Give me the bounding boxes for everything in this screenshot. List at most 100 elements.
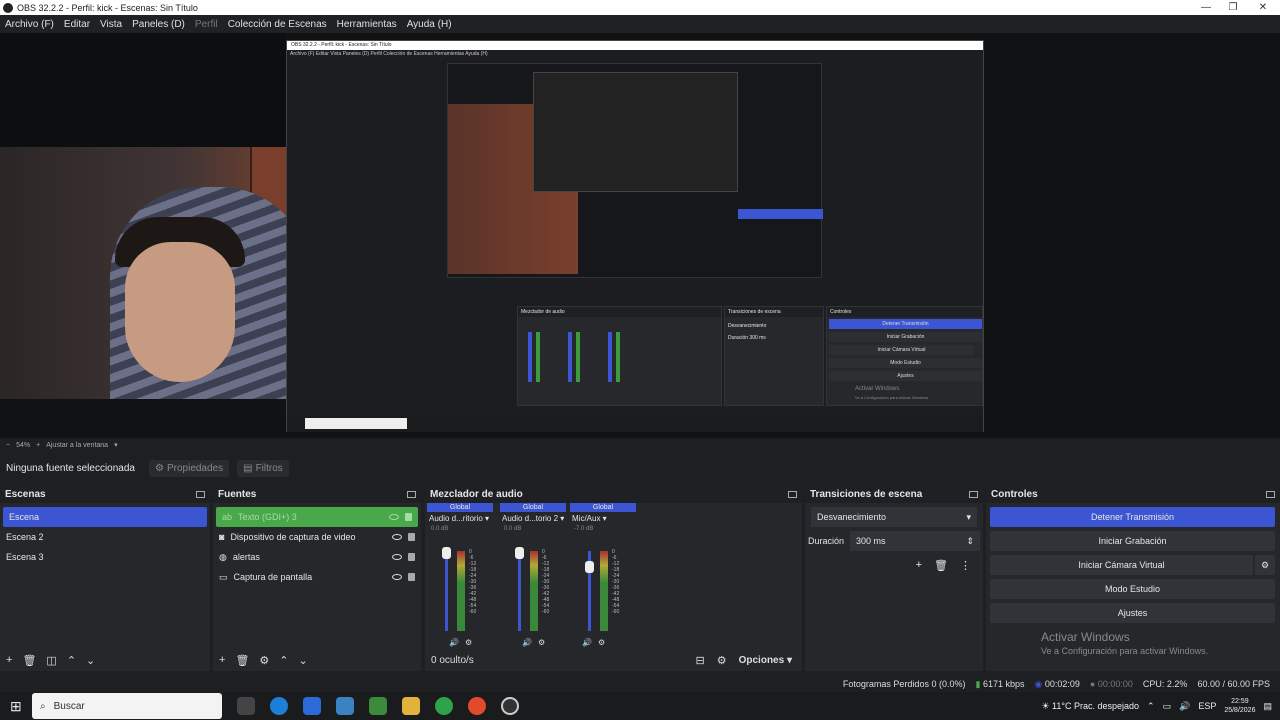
add-icon[interactable]: +	[6, 654, 12, 666]
down-icon[interactable]: ⌄	[299, 654, 308, 667]
volume-slider[interactable]	[515, 547, 524, 559]
source-item[interactable]: ◙ Dispositivo de captura de video	[213, 527, 421, 547]
close-button[interactable]: ✕	[1248, 0, 1278, 15]
settings-icon[interactable]: ⚙	[465, 638, 472, 647]
mail-icon[interactable]	[336, 697, 354, 715]
start-recording-button[interactable]: Iniciar Grabación	[990, 531, 1275, 551]
zoom-fit-label[interactable]: Ajustar a la ventana	[46, 442, 108, 449]
more-icon[interactable]: ⋮	[960, 559, 971, 572]
source-item[interactable]: ▭ Captura de pantalla	[213, 567, 421, 587]
properties-button[interactable]: ⚙ Propiedades	[149, 459, 230, 477]
stop-stream-button[interactable]: Detener Transmisión	[990, 507, 1275, 527]
volume-meter	[457, 551, 465, 631]
language[interactable]: ESP	[1198, 701, 1216, 711]
settings-icon[interactable]: ⚙	[538, 638, 545, 647]
nested-title: OBS 32.2.2 - Perfil: kick - Escenas: Sin…	[287, 41, 983, 50]
menu-profile[interactable]: Perfil	[190, 19, 223, 30]
cpu-usage: CPU: 2.2%	[1142, 679, 1188, 689]
options-button[interactable]: Opciones ▾	[739, 655, 792, 666]
notifications-icon[interactable]: ▤	[1263, 701, 1272, 712]
chrome-2-icon[interactable]	[468, 697, 486, 715]
transition-select[interactable]: Desvanecimiento ▾	[811, 507, 977, 527]
scene-item[interactable]: Escena 3	[0, 547, 210, 567]
filters-button[interactable]: ▤ Filtros	[237, 459, 289, 477]
windows-start-icon[interactable]: ⊞	[10, 698, 22, 715]
scene-item[interactable]: Escena 2	[0, 527, 210, 547]
volume-slider[interactable]	[585, 561, 594, 573]
popout-icon[interactable]	[196, 490, 205, 498]
store-icon[interactable]	[303, 697, 321, 715]
duration-input[interactable]: 300 ms ⇕	[850, 531, 980, 551]
chevron-down-icon[interactable]: ▾	[114, 441, 118, 449]
zoom-in-button[interactable]: +	[36, 442, 40, 449]
menu-file[interactable]: Archivo (F)	[0, 19, 59, 30]
source-item[interactable]: ◍ alertas	[213, 547, 421, 567]
taskbar-search[interactable]: ⌕ Buscar	[32, 693, 222, 719]
edge-icon[interactable]	[270, 697, 288, 715]
lock-icon[interactable]	[408, 573, 415, 581]
chevron-down-icon: ▾	[966, 511, 971, 522]
eye-icon[interactable]	[389, 514, 399, 520]
minimize-button[interactable]: —	[1191, 0, 1221, 15]
zoom-out-button[interactable]: −	[6, 442, 10, 449]
scene-item[interactable]: Escena	[3, 507, 207, 527]
signal-icon: ▮	[975, 678, 981, 689]
source-item[interactable]: ab Texto (GDI+) 3	[216, 507, 418, 527]
chrome-icon[interactable]	[435, 697, 453, 715]
studio-mode-button[interactable]: Modo Estudio	[990, 579, 1275, 599]
speaker-icon[interactable]: 🔊	[582, 638, 592, 647]
add-icon[interactable]: +	[916, 559, 922, 572]
mixer-settings-icon[interactable]: ⚙	[717, 654, 727, 667]
tray-chevron-icon[interactable]: ⌃	[1147, 701, 1155, 712]
scenes-dock: Escenas Escena Escena 2 Escena 3 + 🗑 ◫ ⌃…	[0, 485, 210, 671]
folder-icon[interactable]	[402, 697, 420, 715]
source-toolbar: Ninguna fuente seleccionada ⚙ Propiedades…	[0, 456, 1280, 480]
eye-icon[interactable]	[392, 574, 402, 580]
lock-icon[interactable]	[408, 553, 415, 561]
hidden-count[interactable]: 0 oculto/s	[431, 655, 474, 666]
minecraft-icon[interactable]	[369, 697, 387, 715]
settings-button[interactable]: Ajustes	[990, 603, 1275, 623]
start-virtual-camera-button[interactable]: Iniciar Cámara Virtual	[990, 555, 1253, 575]
nested-controls: Controles Detener Transmisión Iniciar Gr…	[826, 306, 983, 406]
trash-icon[interactable]: 🗑	[934, 559, 948, 572]
eye-icon[interactable]	[392, 534, 402, 540]
layout-icon[interactable]: ⊟	[696, 654, 705, 667]
network-icon[interactable]: ▭	[1163, 701, 1172, 712]
up-icon[interactable]: ⌃	[279, 654, 288, 667]
obs-taskbar-icon[interactable]	[501, 697, 519, 715]
lock-icon[interactable]	[405, 513, 412, 521]
eye-icon[interactable]	[392, 554, 402, 560]
add-icon[interactable]: +	[219, 654, 225, 666]
down-icon[interactable]: ⌄	[86, 654, 95, 667]
volume-icon[interactable]: 🔊	[1179, 701, 1190, 712]
trash-icon[interactable]: 🗑	[235, 654, 249, 667]
text-icon: ab	[222, 512, 233, 522]
volume-slider[interactable]	[442, 547, 451, 559]
menu-edit[interactable]: Editar	[59, 19, 95, 30]
menu-docks[interactable]: Paneles (D)	[127, 19, 190, 30]
task-view-icon[interactable]	[237, 697, 255, 715]
settings-icon[interactable]: ⚙	[598, 638, 605, 647]
scene-filters-icon[interactable]: ◫	[46, 654, 56, 667]
menu-tools[interactable]: Herramientas	[332, 19, 402, 30]
popout-icon[interactable]	[1266, 490, 1275, 498]
weather[interactable]: ☀ 11°C Prac. despejado	[1041, 701, 1139, 712]
popout-icon[interactable]	[407, 490, 416, 498]
lock-icon[interactable]	[408, 533, 415, 541]
popout-icon[interactable]	[788, 490, 797, 498]
clock[interactable]: 22:59 25/8/2026	[1224, 697, 1255, 715]
window-title: OBS 32.2.2 - Perfil: kick - Escenas: Sin…	[17, 2, 198, 13]
up-icon[interactable]: ⌃	[67, 654, 76, 667]
popout-icon[interactable]	[969, 490, 978, 498]
virtual-camera-gear-icon[interactable]: ⚙	[1255, 555, 1275, 575]
menu-help[interactable]: Ayuda (H)	[402, 19, 457, 30]
windows-activation-watermark: Activar Windows Ve a Configuración para …	[1041, 630, 1209, 656]
menu-scene-collection[interactable]: Colección de Escenas	[223, 19, 332, 30]
gear-icon[interactable]: ⚙	[259, 654, 269, 667]
speaker-icon[interactable]: 🔊	[522, 638, 532, 647]
menu-view[interactable]: Vista	[95, 19, 127, 30]
maximize-button[interactable]: ❐	[1218, 0, 1248, 15]
trash-icon[interactable]: 🗑	[22, 654, 36, 667]
speaker-icon[interactable]: 🔊	[449, 638, 459, 647]
